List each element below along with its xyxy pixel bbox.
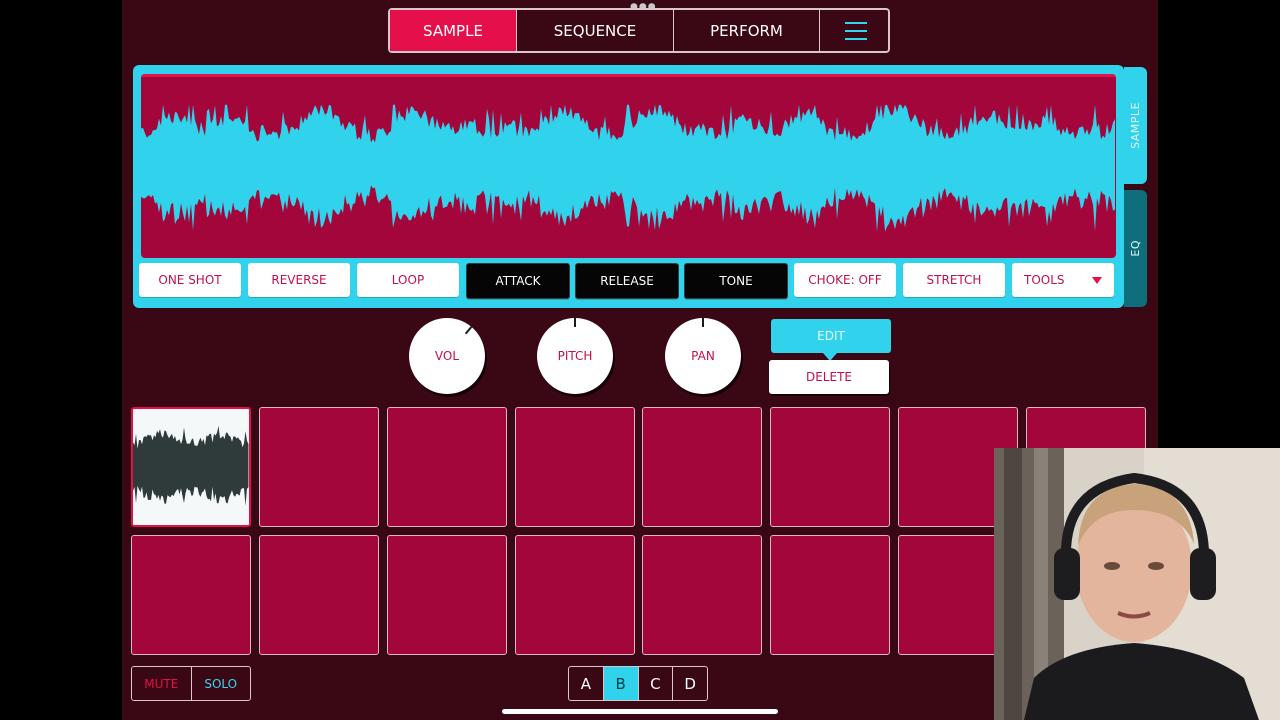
bank-c-label: C — [650, 674, 661, 693]
hamburger-icon — [844, 21, 867, 40]
bank-d-button[interactable]: D — [673, 667, 707, 700]
pan-knob[interactable]: PAN — [665, 318, 741, 394]
pad-2[interactable] — [259, 407, 379, 527]
vol-knob[interactable]: VOL — [409, 318, 485, 394]
reverse-label: REVERSE — [271, 273, 327, 287]
waveform-icon — [141, 104, 1115, 232]
waveform-shape — [133, 425, 249, 506]
sample-button-row: ONE SHOT REVERSE LOOP ATTACK RELEASE TON… — [139, 263, 1114, 299]
reverse-button[interactable]: REVERSE — [248, 263, 350, 297]
pad-14[interactable] — [770, 535, 890, 655]
pad-5[interactable] — [642, 407, 762, 527]
vol-knob-label: VOL — [434, 349, 460, 363]
release-button[interactable]: RELEASE — [575, 263, 679, 299]
pad-4[interactable] — [515, 407, 635, 527]
one-shot-label: ONE SHOT — [158, 273, 222, 287]
bank-b-button[interactable]: B — [603, 667, 639, 700]
tab-perform-label: PERFORM — [710, 21, 783, 40]
tab-sequence[interactable]: SEQUENCE — [517, 10, 674, 51]
vol-knob-indicator — [464, 326, 473, 335]
pitch-knob-indicator — [574, 318, 576, 327]
waveform-display[interactable] — [141, 74, 1116, 258]
stretch-button[interactable]: STRETCH — [903, 263, 1005, 297]
waveform-shape — [141, 104, 1115, 232]
presenter-webcam-image — [994, 448, 1280, 720]
bank-a-label: A — [580, 674, 591, 693]
pitch-knob-label: PITCH — [557, 349, 593, 363]
pad-12[interactable] — [515, 535, 635, 655]
attack-label: ATTACK — [495, 274, 541, 288]
pad-3[interactable] — [387, 407, 507, 527]
release-label: RELEASE — [600, 274, 654, 288]
side-tab-eq[interactable]: EQ — [1124, 190, 1147, 307]
stretch-label: STRETCH — [926, 273, 982, 287]
bank-selector: A B C D — [568, 666, 708, 701]
pan-knob-indicator — [702, 318, 704, 327]
tab-perform[interactable]: PERFORM — [674, 10, 820, 51]
delete-label: DELETE — [805, 370, 852, 384]
solo-button[interactable]: SOLO — [192, 667, 251, 700]
side-tab-sample[interactable]: SAMPLE — [1124, 67, 1147, 184]
edit-label: EDIT — [817, 329, 845, 343]
mute-label: MUTE — [144, 676, 179, 691]
pad-1[interactable] — [131, 407, 251, 527]
caret-down-icon — [1092, 276, 1102, 284]
pad-waveform-icon — [133, 425, 249, 506]
choke-button[interactable]: CHOKE: OFF — [794, 263, 896, 297]
tab-sample[interactable]: SAMPLE — [390, 10, 517, 51]
pan-knob-label: PAN — [691, 349, 715, 363]
loop-button[interactable]: LOOP — [357, 263, 459, 297]
side-tab-sample-label: SAMPLE — [1129, 102, 1142, 149]
tone-label: TONE — [719, 274, 753, 288]
pitch-knob[interactable]: PITCH — [537, 318, 613, 394]
pad-6[interactable] — [770, 407, 890, 527]
bank-a-button[interactable]: A — [569, 667, 604, 700]
tab-sequence-label: SEQUENCE — [553, 21, 637, 40]
tools-dropdown[interactable]: TOOLS — [1012, 263, 1114, 297]
pad-10[interactable] — [259, 535, 379, 655]
bank-c-button[interactable]: C — [639, 667, 674, 700]
loop-label: LOOP — [391, 273, 425, 287]
solo-label: SOLO — [204, 676, 238, 691]
attack-button[interactable]: ATTACK — [466, 263, 570, 299]
delete-button[interactable]: DELETE — [769, 360, 889, 394]
edit-button[interactable]: EDIT — [771, 319, 891, 361]
mute-solo-group: MUTE SOLO — [131, 666, 251, 701]
mode-tabbar: SAMPLE SEQUENCE PERFORM — [388, 8, 890, 53]
one-shot-button[interactable]: ONE SHOT — [139, 263, 241, 297]
webcam-overlay — [994, 448, 1280, 720]
side-tab-eq-label: EQ — [1129, 240, 1142, 257]
mute-button[interactable]: MUTE — [132, 667, 192, 700]
tab-sample-label: SAMPLE — [423, 21, 483, 40]
tools-label: TOOLS — [1024, 273, 1065, 287]
waveform-top-line — [141, 74, 1116, 77]
choke-label: CHOKE: OFF — [808, 273, 882, 287]
pad-9[interactable] — [131, 535, 251, 655]
tone-button[interactable]: TONE — [684, 263, 788, 299]
pad-11[interactable] — [387, 535, 507, 655]
menu-button[interactable] — [820, 10, 891, 51]
pad-13[interactable] — [642, 535, 762, 655]
home-indicator — [502, 709, 778, 714]
bank-b-label: B — [615, 674, 626, 693]
bank-d-label: D — [684, 674, 696, 693]
